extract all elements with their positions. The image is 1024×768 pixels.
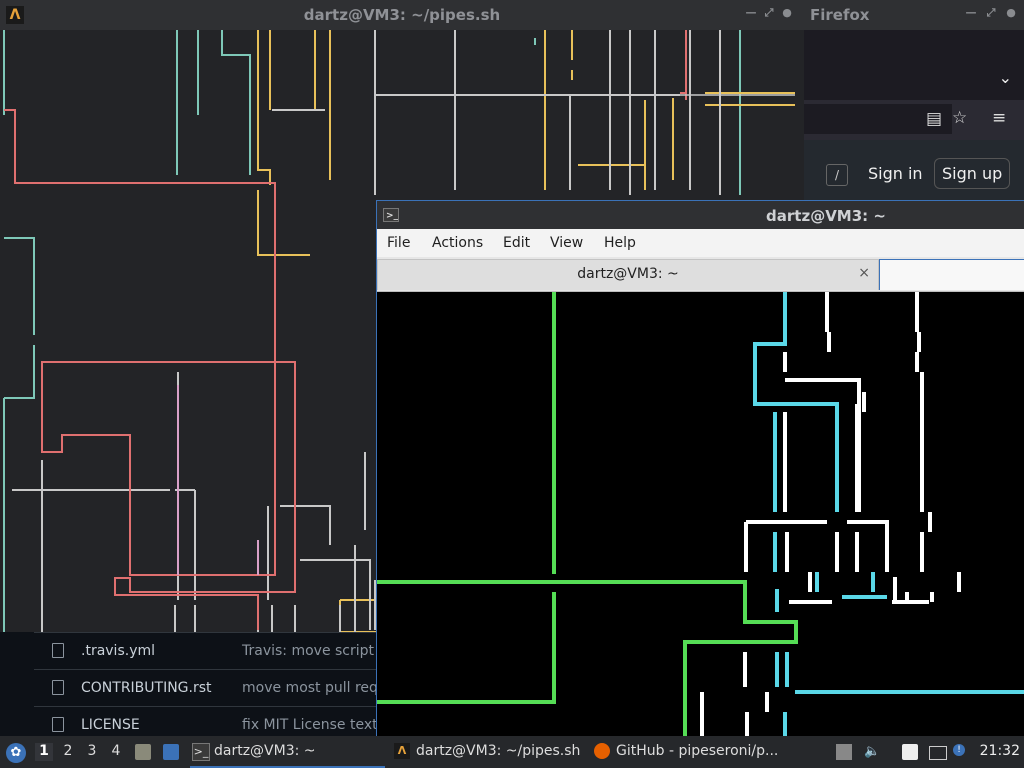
window-title: dartz@VM3: ~ [766, 207, 886, 225]
menu-help[interactable]: Help [604, 235, 636, 251]
file-row[interactable]: .travis.yml Travis: move script ph [34, 632, 396, 669]
search-shortcut-key[interactable]: / [826, 164, 848, 186]
close-tab-icon[interactable]: × [858, 265, 870, 281]
file-icon [52, 643, 64, 658]
workspace-3[interactable]: 3 [83, 743, 101, 761]
menu-view[interactable]: View [550, 235, 583, 251]
menu-file[interactable]: File [387, 235, 410, 251]
sign-up-button[interactable]: Sign up [934, 158, 1011, 189]
firefox-tabstrip: ⌄ [804, 30, 1024, 100]
task-pipes[interactable]: Λ dartz@VM3: ~/pipes.sh [392, 736, 587, 766]
minimize-icon[interactable]: — [964, 6, 978, 20]
file-manager-icon[interactable] [135, 744, 151, 760]
clock[interactable]: 21:32 [980, 743, 1020, 759]
close-icon[interactable]: ● [1004, 6, 1018, 20]
task-label: dartz@VM3: ~ [214, 743, 316, 759]
firefox-icon [594, 743, 610, 759]
taskbar: ✿ 1 2 3 4 >_ dartz@VM3: ~ Λ dartz@VM3: ~… [0, 736, 1024, 768]
file-name[interactable]: LICENSE [81, 717, 140, 733]
task-firefox[interactable]: GitHub - pipeseroni/p... [592, 736, 792, 766]
commit-message[interactable]: move most pull reque [242, 680, 395, 696]
workspace-4[interactable]: 4 [107, 743, 125, 761]
hamburger-menu-icon[interactable]: ≡ [992, 108, 1006, 128]
network-icon[interactable] [929, 746, 947, 760]
commit-message[interactable]: Travis: move script ph [242, 643, 396, 659]
task-label: GitHub - pipeseroni/p... [616, 743, 779, 759]
alacritty-icon: Λ [394, 743, 410, 759]
window-title: dartz@VM3: ~/pipes.sh [303, 6, 501, 24]
terminal-pipes-output [377, 292, 1024, 737]
update-notifier-icon[interactable]: ! [953, 744, 965, 756]
bookmark-star-icon[interactable]: ☆ [952, 108, 967, 128]
task-label: dartz@VM3: ~/pipes.sh [416, 743, 581, 759]
terminal-icon: >_ [192, 743, 210, 761]
github-header: / Sign in Sign up [804, 140, 1024, 200]
tab-bar: dartz@VM3: ~ × [377, 257, 1024, 292]
tab-terminal[interactable]: dartz@VM3: ~ × [377, 259, 879, 290]
firefox-toolbar: ▤ ☆ ≡ [804, 100, 1024, 140]
firefox-window[interactable]: Firefox — ⤢ ● ⌄ ▤ ☆ ≡ / Sign in Sign up [804, 0, 1024, 200]
notes-icon[interactable] [902, 744, 918, 760]
commit-message[interactable]: fix MIT License text [242, 717, 378, 733]
maximize-icon[interactable]: ⤢ [984, 6, 998, 20]
show-desktop-icon[interactable] [163, 744, 179, 760]
clipboard-icon[interactable] [836, 744, 852, 760]
terminal-window[interactable]: >_ dartz@VM3: ~ File Actions Edit View H… [376, 200, 1024, 737]
file-name[interactable]: .travis.yml [81, 643, 155, 659]
list-tabs-chevron-down-icon[interactable]: ⌄ [999, 68, 1012, 87]
start-menu-icon[interactable]: ✿ [6, 743, 26, 763]
pipes-titlebar[interactable]: Λ dartz@VM3: ~/pipes.sh — ⤢ ● [0, 0, 804, 30]
workspace-1[interactable]: 1 [35, 743, 53, 761]
minimize-icon[interactable]: — [744, 6, 758, 20]
menu-bar: File Actions Edit View Help [377, 229, 1024, 257]
sign-in-link[interactable]: Sign in [868, 164, 923, 183]
maximize-icon[interactable]: ⤢ [762, 6, 776, 20]
file-name[interactable]: CONTRIBUTING.rst [81, 680, 212, 696]
menu-actions[interactable]: Actions [432, 235, 483, 251]
workspace-2[interactable]: 2 [59, 743, 77, 761]
tab-label: dartz@VM3: ~ [577, 266, 679, 282]
file-row[interactable]: CONTRIBUTING.rst move most pull reque [34, 669, 395, 706]
task-terminal[interactable]: >_ dartz@VM3: ~ [190, 736, 385, 768]
terminal-titlebar[interactable]: >_ dartz@VM3: ~ [377, 201, 1024, 231]
file-icon [52, 717, 64, 732]
tab-area-empty[interactable] [879, 259, 1024, 290]
volume-icon[interactable]: 🔈 [864, 744, 880, 760]
github-file-list: .travis.yml Travis: move script ph CONTR… [0, 632, 396, 736]
reader-view-icon[interactable]: ▤ [926, 109, 942, 129]
file-icon [52, 680, 64, 695]
close-icon[interactable]: ● [780, 6, 794, 20]
menu-edit[interactable]: Edit [503, 235, 530, 251]
firefox-titlebar[interactable]: Firefox — ⤢ ● [804, 0, 1024, 30]
